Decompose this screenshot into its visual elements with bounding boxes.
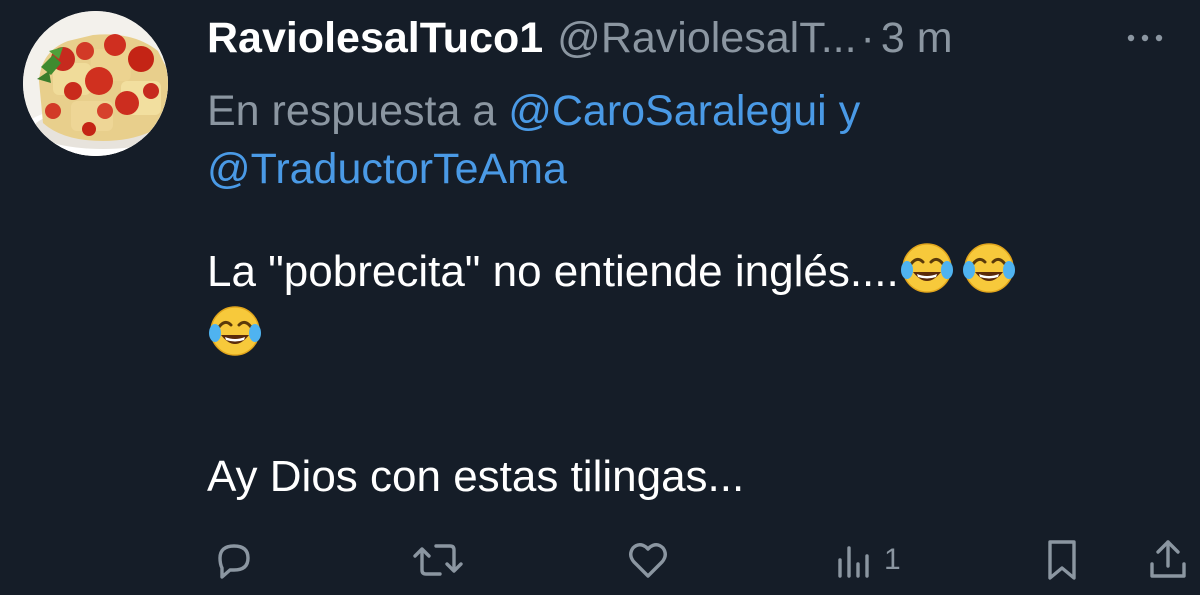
tweet-text: La "pobrecita" no entiende inglés.... [207, 240, 1197, 366]
views-chart-icon [838, 546, 869, 578]
share-button[interactable] [1146, 530, 1190, 590]
reply-context: En respuesta a @CaroSaralegui y @Traduct… [207, 82, 1167, 198]
views-count: 1 [884, 543, 901, 576]
bookmark-icon [1048, 540, 1076, 580]
retweet-icon [413, 544, 463, 576]
views-button[interactable]: 1 [834, 530, 901, 590]
display-name[interactable]: RaviolesalTuco1 [207, 14, 543, 63]
action-bar: 1 [200, 530, 1200, 590]
more-horizontal-icon [1127, 34, 1163, 42]
tweet-text-line-1: La "pobrecita" no entiende inglés.... [207, 247, 899, 296]
mention-link-2[interactable]: @TraductorTeAma [207, 145, 567, 193]
separator-dot: · [860, 13, 875, 62]
bookmark-button[interactable] [1042, 530, 1082, 590]
reply-icon [218, 544, 250, 579]
face-with-tears-of-joy-emoji [899, 240, 955, 296]
like-button[interactable] [624, 530, 672, 590]
tweet-text-line-2: Ay Dios con estas tilingas... [207, 452, 745, 501]
tweet-header: RaviolesalTuco1 @RaviolesalT... · 3 m [207, 10, 1177, 66]
face-with-tears-of-joy-emoji [961, 240, 1017, 296]
more-options-button[interactable] [1121, 18, 1177, 58]
heart-icon [629, 543, 667, 578]
reply-prefix: En respuesta a [207, 87, 497, 135]
reply-joiner: y [838, 87, 861, 135]
mention-link-1[interactable]: @CaroSaralegui [508, 87, 827, 135]
ravioli-avatar-image [23, 11, 168, 156]
timestamp[interactable]: 3 m [881, 14, 953, 63]
reply-button[interactable] [210, 530, 258, 590]
face-with-tears-of-joy-emoji [207, 303, 263, 359]
share-icon [1150, 540, 1186, 578]
avatar[interactable] [23, 11, 168, 156]
retweet-button[interactable] [412, 530, 464, 590]
user-handle[interactable]: @RaviolesalT... [557, 14, 856, 63]
